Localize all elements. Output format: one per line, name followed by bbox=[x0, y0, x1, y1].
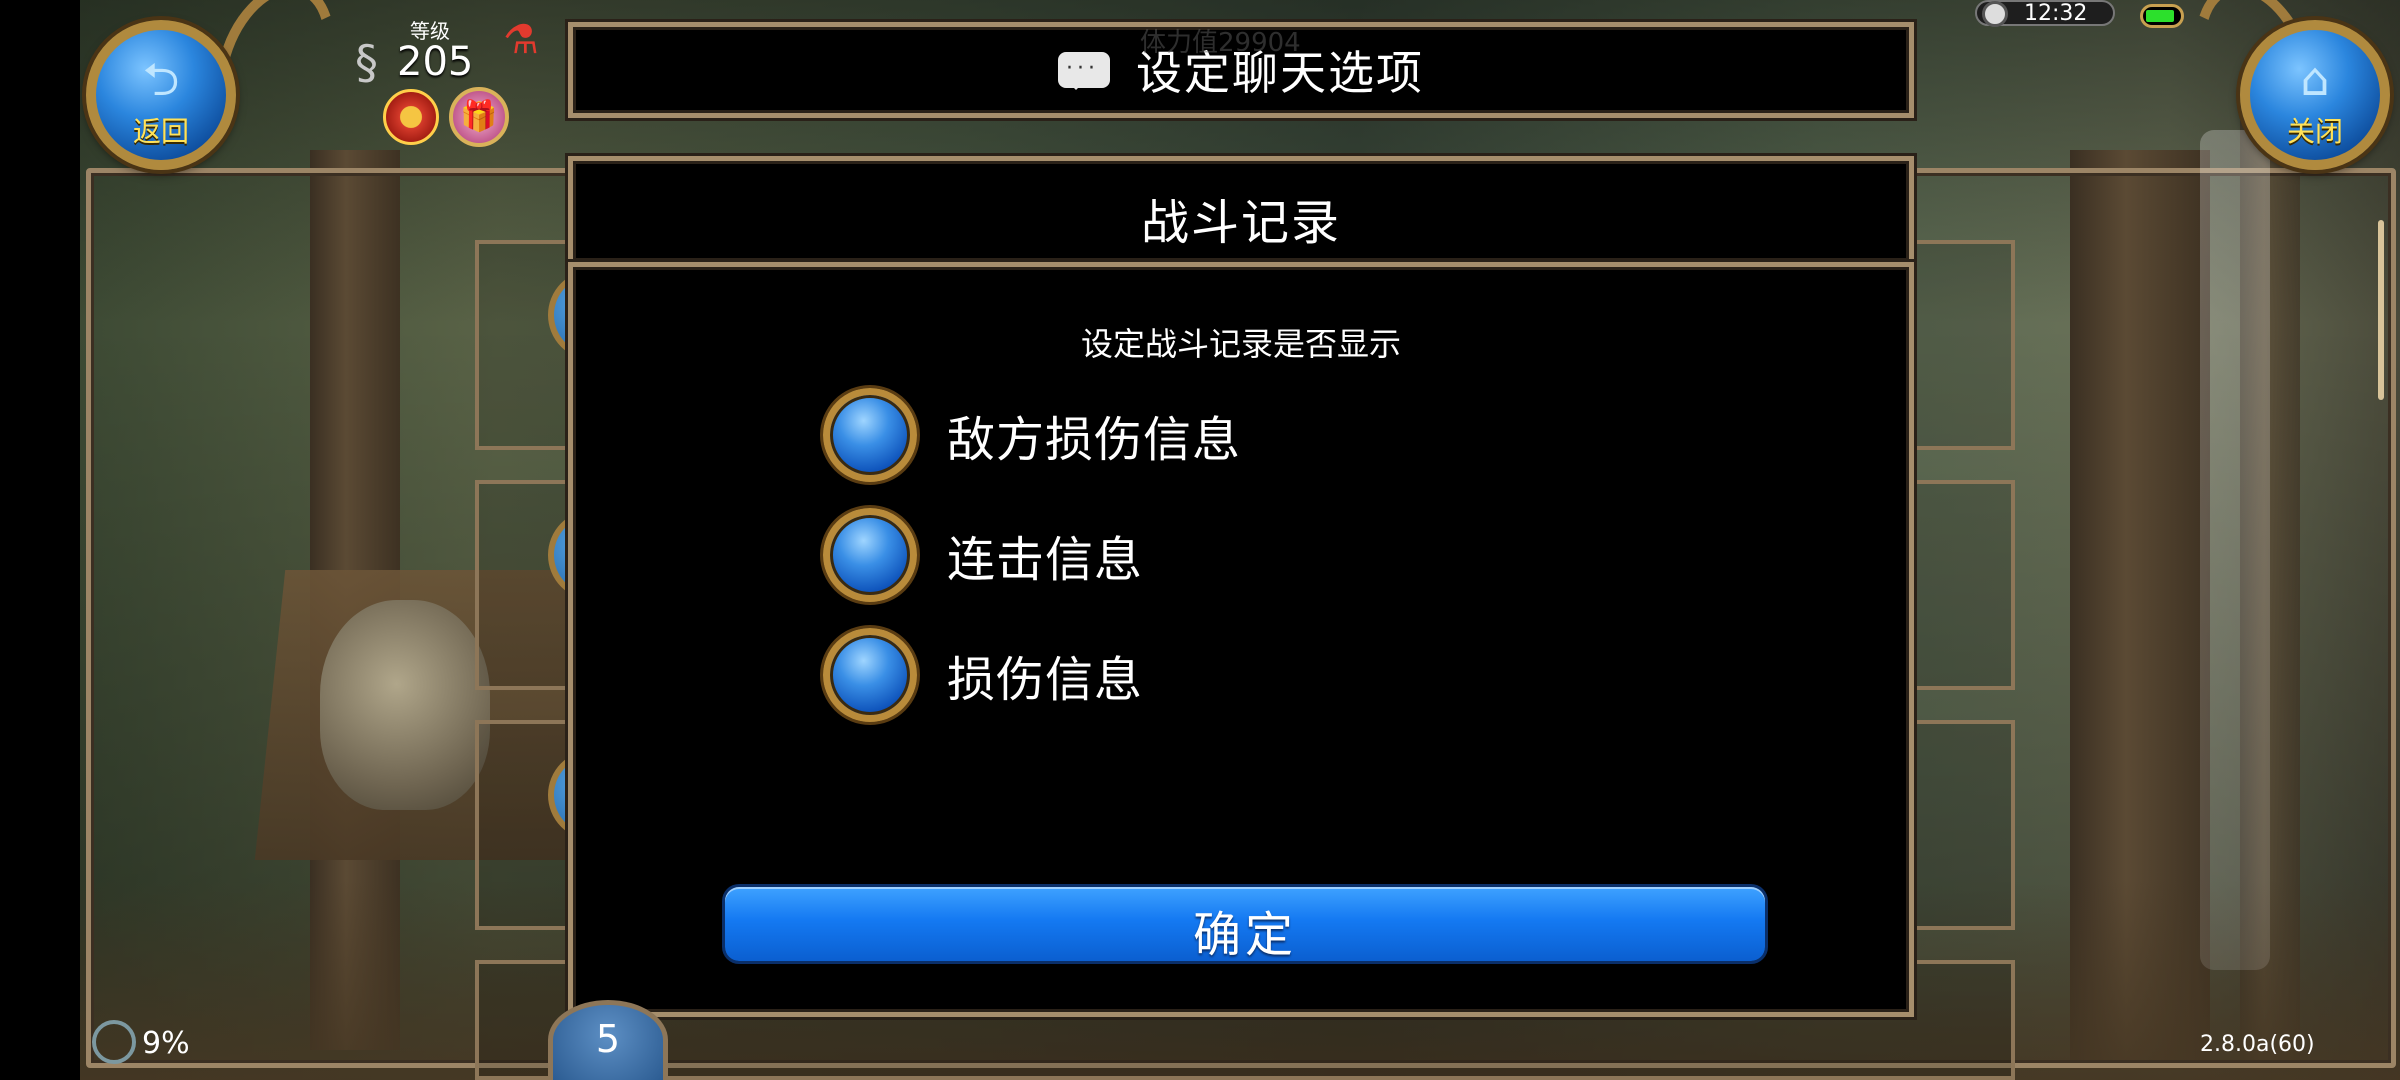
option-label: 敌方损伤信息 bbox=[947, 412, 1242, 468]
option-enemy-damage[interactable]: 敌方损伤信息 bbox=[823, 387, 1241, 483]
scrollbar[interactable] bbox=[2378, 220, 2384, 400]
clock-icon bbox=[1982, 1, 2008, 27]
option-combo[interactable]: 连击信息 bbox=[823, 507, 1143, 603]
close-button-label: 关闭 bbox=[2286, 115, 2343, 148]
battery-icon bbox=[2140, 4, 2184, 28]
player-hud: § 等级 205 ⚗ 🎁 bbox=[335, 5, 565, 155]
clock-time: 12:32 bbox=[2024, 1, 2088, 26]
level-value: 205 bbox=[397, 39, 474, 85]
home-icon: ⌂ bbox=[2300, 52, 2330, 106]
chat-bubble-icon: ··· bbox=[1058, 52, 1110, 90]
radio-button[interactable] bbox=[823, 628, 917, 722]
radio-button[interactable] bbox=[823, 388, 917, 482]
cpu-usage: 9% bbox=[142, 1026, 190, 1061]
page-number-badge: 5 bbox=[548, 1000, 668, 1080]
back-arrow-icon: ⮌ bbox=[142, 52, 180, 106]
page-number: 5 bbox=[595, 1017, 621, 1061]
version-label: 2.8.0a(60) bbox=[2200, 1032, 2315, 1057]
confirm-button-label: 确定 bbox=[1192, 907, 1297, 963]
swirl-icon: § bbox=[355, 35, 378, 89]
cpu-gauge-icon bbox=[92, 1020, 136, 1064]
gift-icon[interactable]: 🎁 bbox=[449, 87, 509, 147]
confirm-button[interactable]: 确定 bbox=[725, 887, 1765, 963]
battle-log-dialog: 设定战斗记录是否显示 敌方损伤信息 连击信息 损伤信息 确定 bbox=[568, 262, 1914, 1017]
floating-side-panel[interactable] bbox=[2200, 130, 2270, 970]
close-button[interactable]: ⌂ 关闭 bbox=[2240, 20, 2390, 170]
option-damage[interactable]: 损伤信息 bbox=[823, 627, 1143, 723]
radio-button[interactable] bbox=[823, 508, 917, 602]
option-label: 连击信息 bbox=[947, 532, 1144, 588]
dialog-title: 战斗记录 bbox=[1140, 195, 1341, 251]
back-button-label: 返回 bbox=[132, 115, 189, 148]
dialog-header: 战斗记录 bbox=[568, 156, 1914, 266]
medal-icon[interactable] bbox=[383, 89, 439, 145]
option-label: 损伤信息 bbox=[947, 652, 1144, 708]
potion-icon[interactable]: ⚗ bbox=[503, 17, 539, 63]
dialog-subtitle: 设定战斗记录是否显示 bbox=[1080, 325, 1401, 363]
back-button[interactable]: ⮌ 返回 bbox=[86, 20, 236, 170]
background-stamina-text: 体力值29904 bbox=[1140, 28, 1301, 58]
